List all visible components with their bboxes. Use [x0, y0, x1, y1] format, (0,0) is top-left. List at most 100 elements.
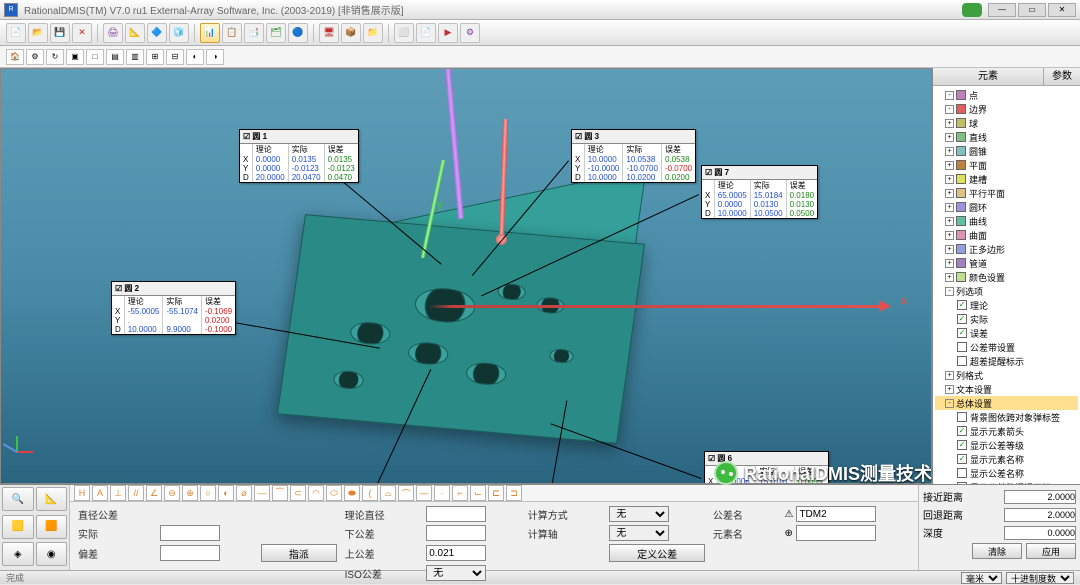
toolbar-btn-15[interactable]: 📁: [363, 23, 383, 43]
geom-symbol-7[interactable]: ○: [200, 485, 216, 501]
tree-g2-item-5[interactable]: ✓显示公差数据提示框: [935, 480, 1078, 484]
maximize-button[interactable]: ▭: [1018, 3, 1046, 17]
select-iso-tol[interactable]: 无: [426, 565, 486, 581]
geom-symbol-4[interactable]: ∠: [146, 485, 162, 501]
side-col-element[interactable]: 元素: [933, 68, 1044, 85]
toolbar-btn-2[interactable]: 💾: [50, 23, 70, 43]
subtoolbar-btn-4[interactable]: □: [86, 49, 104, 65]
input-lower-tol[interactable]: [426, 525, 486, 541]
btn-clear[interactable]: 清除: [972, 543, 1022, 559]
geom-symbol-12[interactable]: ⊂: [290, 485, 306, 501]
toolbar-btn-10[interactable]: 📑: [244, 23, 264, 43]
tool-wire2[interactable]: ◉: [36, 542, 68, 566]
input-retract[interactable]: [1004, 508, 1076, 522]
input-elem-name[interactable]: [796, 525, 876, 541]
tree-item-2[interactable]: +球: [935, 116, 1078, 130]
geom-symbol-3[interactable]: //: [128, 485, 144, 501]
tree-group-overall[interactable]: -总体设置: [935, 396, 1078, 410]
callout-c3[interactable]: ☑ 圆 3理论实际误差X10.000010.05380.0538Y-10.000…: [571, 129, 696, 183]
btn-apply[interactable]: 应用: [1026, 543, 1076, 559]
input-depth[interactable]: [1004, 526, 1076, 540]
geom-symbol-6[interactable]: ⊕: [182, 485, 198, 501]
btn-define-tol[interactable]: 定义公差: [609, 544, 705, 562]
geom-symbol-5[interactable]: ⊖: [164, 485, 180, 501]
geom-symbol-22[interactable]: ⌙: [470, 485, 486, 501]
tree-mid-0[interactable]: +列格式: [935, 368, 1078, 382]
input-approach[interactable]: [1004, 490, 1076, 504]
toolbar-btn-11[interactable]: 🗂: [266, 23, 286, 43]
viewport-3d[interactable]: x y "列选项" 和 "总体设置" 控制图形报告显示的格式，打勾为选择，不打勾…: [0, 68, 932, 484]
toolbar-btn-13[interactable]: 🖥: [319, 23, 339, 43]
geom-symbol-16[interactable]: (: [362, 485, 378, 501]
geom-symbol-18[interactable]: ⌒: [398, 485, 414, 501]
subtoolbar-btn-8[interactable]: ⊟: [166, 49, 184, 65]
tree-item-9[interactable]: +曲线: [935, 214, 1078, 228]
subtoolbar-btn-2[interactable]: ↻: [46, 49, 64, 65]
side-col-param[interactable]: 参数: [1044, 68, 1080, 85]
geom-symbol-10[interactable]: —: [254, 485, 270, 501]
toolbar-btn-3[interactable]: ✕: [72, 23, 92, 43]
tool-angle[interactable]: 📐: [36, 487, 68, 511]
input-theo-diam[interactable]: [426, 506, 486, 522]
toolbar-btn-18[interactable]: ▶: [438, 23, 458, 43]
subtoolbar-btn-9[interactable]: ◐: [186, 49, 204, 65]
geom-symbol-8[interactable]: ◐: [218, 485, 234, 501]
tool-cube[interactable]: 🟨: [2, 515, 34, 539]
select-calc-axis[interactable]: 无: [609, 525, 669, 541]
geom-symbol-11[interactable]: ⏜: [272, 485, 288, 501]
tree-g1-item-3[interactable]: 公差带设置: [935, 340, 1078, 354]
geom-symbol-13[interactable]: ◠: [308, 485, 324, 501]
tree-item-10[interactable]: +曲面: [935, 228, 1078, 242]
tree-g1-item-0[interactable]: ✓理论: [935, 298, 1078, 312]
toolbar-btn-9[interactable]: 📋: [222, 23, 242, 43]
tree-g1-item-4[interactable]: 超差提醒标示: [935, 354, 1078, 368]
tree-item-3[interactable]: +直线: [935, 130, 1078, 144]
toolbar-btn-17[interactable]: 📄: [416, 23, 436, 43]
toolbar-btn-8[interactable]: 📊: [200, 23, 220, 43]
tree-item-11[interactable]: +正多边形: [935, 242, 1078, 256]
input-tol-name[interactable]: [796, 506, 876, 522]
subtoolbar-btn-1[interactable]: ⚙: [26, 49, 44, 65]
toolbar-btn-0[interactable]: 📄: [6, 23, 26, 43]
tree-item-12[interactable]: +管道: [935, 256, 1078, 270]
geom-symbol-21[interactable]: ⌐: [452, 485, 468, 501]
tree-g1-item-1[interactable]: ✓实际: [935, 312, 1078, 326]
close-button[interactable]: ✕: [1048, 3, 1076, 17]
tree-item-4[interactable]: +圆锥: [935, 144, 1078, 158]
tree-g2-item-3[interactable]: ✓显示元素名称: [935, 452, 1078, 466]
input-upper-tol[interactable]: [426, 545, 486, 561]
btn-guide[interactable]: 指派: [261, 544, 337, 562]
geom-symbol-14[interactable]: ⬭: [326, 485, 342, 501]
tree-item-7[interactable]: +平行平面: [935, 186, 1078, 200]
tree-item-8[interactable]: +圆环: [935, 200, 1078, 214]
callout-c2[interactable]: ☑ 圆 2理论实际误差X-55.0005-55.1074-0.1069Y.0.0…: [111, 281, 236, 335]
toolbar-btn-6[interactable]: 🔷: [147, 23, 167, 43]
input-actual[interactable]: [160, 525, 220, 541]
geom-symbol-0[interactable]: H: [74, 485, 90, 501]
callout-c4[interactable]: ☑ 圆 7理论实际误差X65.000515.01840.0180Y0.00000…: [701, 165, 818, 219]
tree-item-13[interactable]: +颜色设置: [935, 270, 1078, 284]
geom-symbol-9[interactable]: ⌀: [236, 485, 252, 501]
subtoolbar-btn-7[interactable]: ⊞: [146, 49, 164, 65]
tree-item-5[interactable]: +平面: [935, 158, 1078, 172]
geom-symbol-2[interactable]: ⊥: [110, 485, 126, 501]
tree-group-columns[interactable]: -列选项: [935, 284, 1078, 298]
toolbar-btn-14[interactable]: 📦: [341, 23, 361, 43]
toolbar-btn-16[interactable]: ⬜: [394, 23, 414, 43]
toolbar-btn-5[interactable]: 📐: [125, 23, 145, 43]
input-deviation[interactable]: [160, 545, 220, 561]
geom-symbol-24[interactable]: ⊐: [506, 485, 522, 501]
geom-symbol-23[interactable]: ⊏: [488, 485, 504, 501]
subtoolbar-btn-5[interactable]: ▤: [106, 49, 124, 65]
select-calc-method[interactable]: 无: [609, 506, 669, 522]
geom-symbol-1[interactable]: A: [92, 485, 108, 501]
toolbar-btn-7[interactable]: 🧊: [169, 23, 189, 43]
tree-item-6[interactable]: +建槽: [935, 172, 1078, 186]
callout-c1[interactable]: ☑ 圆 1理论实际误差X0.00000.01350.0135Y0.0000-0.…: [239, 129, 359, 183]
geom-symbol-19[interactable]: —: [416, 485, 432, 501]
geom-symbol-15[interactable]: ⬬: [344, 485, 360, 501]
subtoolbar-btn-3[interactable]: ▣: [66, 49, 84, 65]
toolbar-btn-12[interactable]: 🔵: [288, 23, 308, 43]
tree-g1-item-2[interactable]: ✓误差: [935, 326, 1078, 340]
element-tree[interactable]: -点-边界+球+直线+圆锥+平面+建槽+平行平面+圆环+曲线+曲面+正多边形+管…: [933, 86, 1080, 484]
